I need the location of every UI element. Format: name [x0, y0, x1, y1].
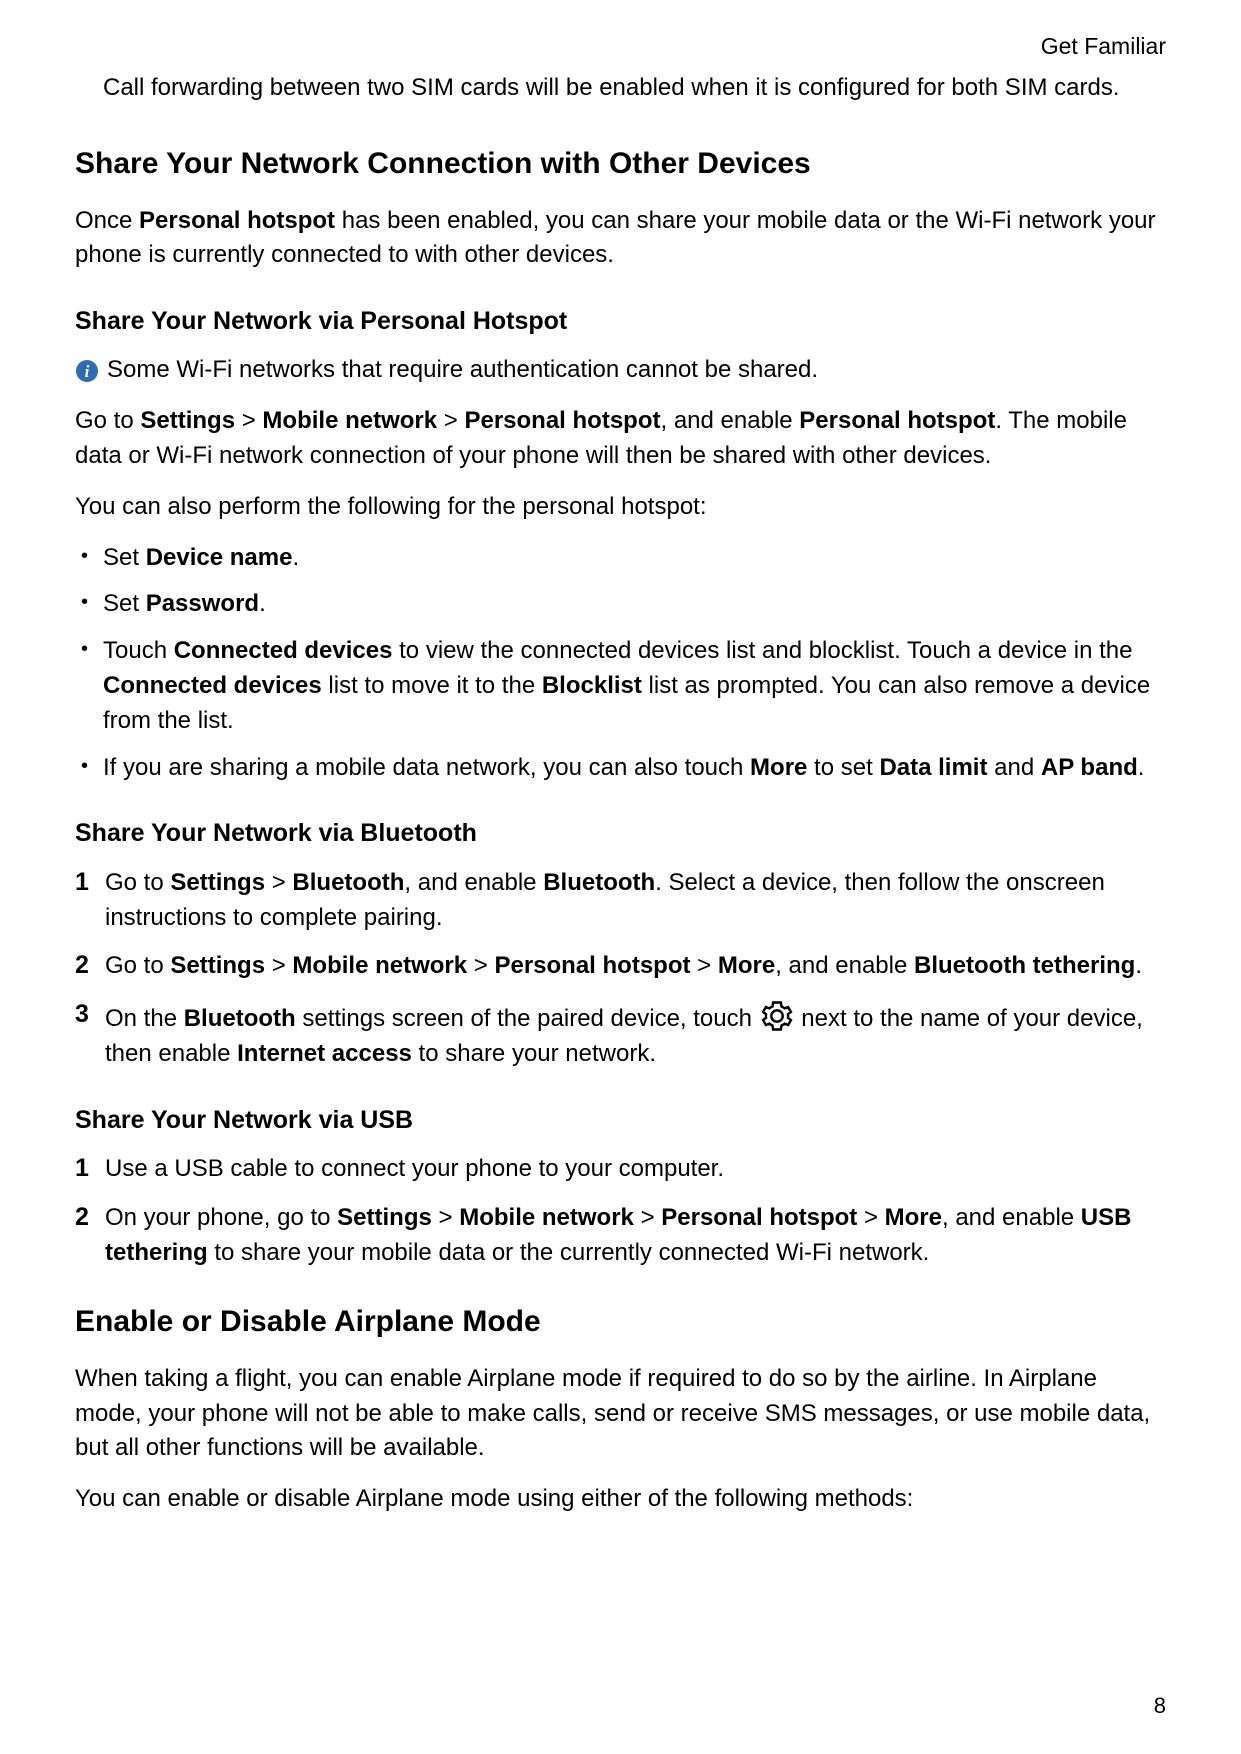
- text: Go to: [105, 952, 170, 979]
- text: to set: [807, 754, 879, 781]
- text: >: [265, 869, 292, 896]
- text: >: [467, 952, 494, 979]
- personal-hotspot-label: Personal hotspot: [661, 1204, 857, 1231]
- ap-band-label: AP band: [1041, 754, 1138, 781]
- airplane-mode-intro: When taking a flight, you can enable Air…: [75, 1362, 1166, 1466]
- text: , and enable: [404, 869, 543, 896]
- text: Go to: [75, 407, 140, 434]
- bluetooth-label: Bluetooth: [292, 869, 404, 896]
- text: If you are sharing a mobile data network…: [103, 754, 750, 781]
- gear-icon: [759, 998, 795, 1034]
- text: list to move it to the: [322, 672, 542, 699]
- text: >: [691, 952, 718, 979]
- hotspot-path-paragraph: Go to Settings > Mobile network > Person…: [75, 404, 1166, 474]
- text: , and enable: [661, 407, 800, 434]
- list-item: Go to Settings > Bluetooth, and enable B…: [75, 866, 1166, 936]
- text: .: [1138, 754, 1145, 781]
- intro-continuation-text: Call forwarding between two SIM cards wi…: [103, 71, 1166, 106]
- share-network-heading: Share Your Network Connection with Other…: [75, 142, 1166, 186]
- text: >: [235, 407, 262, 434]
- svg-text:i: i: [85, 362, 90, 381]
- usb-steps: Use a USB cable to connect your phone to…: [75, 1152, 1166, 1270]
- text: .: [292, 544, 299, 571]
- list-item: Set Device name.: [75, 541, 1166, 576]
- share-network-intro: Once Personal hotspot has been enabled, …: [75, 204, 1166, 274]
- list-item: If you are sharing a mobile data network…: [75, 751, 1166, 786]
- settings-label: Settings: [337, 1204, 432, 1231]
- text: and: [987, 754, 1040, 781]
- settings-label: Settings: [170, 952, 265, 979]
- connected-devices-label: Connected devices: [174, 637, 393, 664]
- share-via-hotspot-heading: Share Your Network via Personal Hotspot: [75, 303, 1166, 339]
- text: to view the connected devices list and b…: [392, 637, 1132, 664]
- info-note-row: i Some Wi-Fi networks that require authe…: [75, 353, 1166, 388]
- more-label: More: [718, 952, 775, 979]
- list-item: Touch Connected devices to view the conn…: [75, 634, 1166, 738]
- text: Set: [103, 544, 146, 571]
- data-limit-label: Data limit: [879, 754, 987, 781]
- text: >: [432, 1204, 459, 1231]
- text: to share your network.: [412, 1040, 656, 1067]
- text: , and enable: [942, 1204, 1081, 1231]
- text: Set: [103, 590, 146, 617]
- more-label: More: [885, 1204, 942, 1231]
- connected-devices-label: Connected devices: [103, 672, 322, 699]
- page-number: 8: [1154, 1690, 1166, 1722]
- airplane-mode-methods-intro: You can enable or disable Airplane mode …: [75, 1482, 1166, 1517]
- hotspot-followup-text: You can also perform the following for t…: [75, 490, 1166, 525]
- share-via-bluetooth-heading: Share Your Network via Bluetooth: [75, 815, 1166, 851]
- settings-label: Settings: [170, 869, 265, 896]
- text: Use a USB cable to connect your phone to…: [105, 1155, 724, 1182]
- text: Once: [75, 207, 139, 234]
- more-label: More: [750, 754, 807, 781]
- info-note-text: Some Wi-Fi networks that require authent…: [107, 353, 818, 388]
- text: Go to: [105, 869, 170, 896]
- blocklist-label: Blocklist: [542, 672, 642, 699]
- text: Touch: [103, 637, 174, 664]
- text: to share your mobile data or the current…: [208, 1239, 930, 1266]
- mobile-network-label: Mobile network: [262, 407, 437, 434]
- text: >: [437, 407, 464, 434]
- text: On your phone, go to: [105, 1204, 337, 1231]
- list-item: Use a USB cable to connect your phone to…: [75, 1152, 1166, 1187]
- bluetooth-steps: Go to Settings > Bluetooth, and enable B…: [75, 866, 1166, 1072]
- text: settings screen of the paired device, to…: [296, 1005, 759, 1032]
- share-via-usb-heading: Share Your Network via USB: [75, 1102, 1166, 1138]
- list-item: Set Password.: [75, 587, 1166, 622]
- text: .: [259, 590, 266, 617]
- text: On the: [105, 1005, 184, 1032]
- text: .: [1135, 952, 1142, 979]
- bluetooth-tethering-label: Bluetooth tethering: [914, 952, 1135, 979]
- personal-hotspot-label: Personal hotspot: [139, 207, 335, 234]
- internet-access-label: Internet access: [237, 1040, 412, 1067]
- device-name-label: Device name: [146, 544, 293, 571]
- settings-label: Settings: [140, 407, 235, 434]
- bluetooth-label: Bluetooth: [184, 1005, 296, 1032]
- mobile-network-label: Mobile network: [292, 952, 467, 979]
- text: >: [857, 1204, 884, 1231]
- text: >: [265, 952, 292, 979]
- mobile-network-label: Mobile network: [459, 1204, 634, 1231]
- bluetooth-label: Bluetooth: [543, 869, 655, 896]
- hotspot-bullet-list: Set Device name. Set Password. Touch Con…: [75, 541, 1166, 786]
- personal-hotspot-label: Personal hotspot: [799, 407, 995, 434]
- list-item: On your phone, go to Settings > Mobile n…: [75, 1201, 1166, 1271]
- text: >: [634, 1204, 661, 1231]
- text: , and enable: [775, 952, 914, 979]
- list-item: Go to Settings > Mobile network > Person…: [75, 949, 1166, 984]
- personal-hotspot-label: Personal hotspot: [494, 952, 690, 979]
- password-label: Password: [146, 590, 259, 617]
- personal-hotspot-label: Personal hotspot: [464, 407, 660, 434]
- airplane-mode-heading: Enable or Disable Airplane Mode: [75, 1300, 1166, 1344]
- info-icon: i: [75, 359, 99, 383]
- list-item: On the Bluetooth settings screen of the …: [75, 998, 1166, 1072]
- header-section-label: Get Familiar: [75, 30, 1166, 63]
